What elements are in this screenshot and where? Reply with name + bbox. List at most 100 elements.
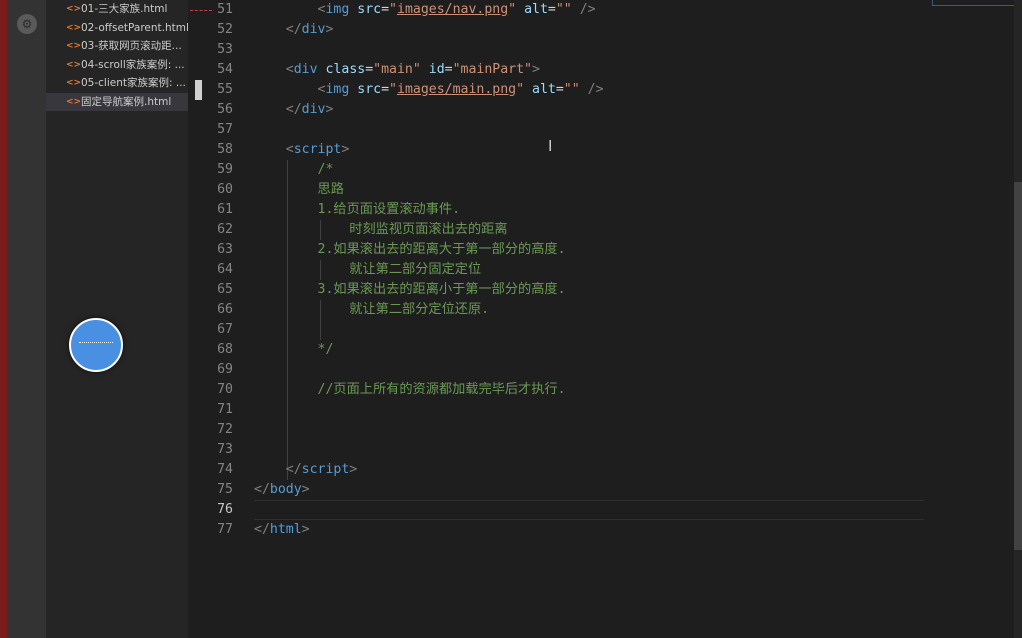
assistant-icon-detail: [79, 342, 113, 347]
html-file-icon: <>: [66, 59, 82, 70]
code-token: 就让第二部分定位还原.: [349, 302, 490, 317]
code-token: class: [325, 62, 366, 77]
code-token: alt: [524, 2, 548, 17]
code-text: 就让第二部分固定定位: [254, 260, 481, 280]
code-token: src: [357, 2, 382, 17]
file-item[interactable]: <> 04-scroll家族案例: ...: [46, 56, 188, 75]
line-number: 56: [217, 102, 233, 117]
code-text: 3.如果滚出去的距离小于第一部分的高度.: [254, 280, 566, 300]
settings-circle-icon[interactable]: ⚙: [17, 14, 37, 34]
scrollbar-thumb[interactable]: [1014, 182, 1022, 550]
code-text: </html>: [254, 520, 310, 540]
code-token: images/nav.png: [397, 2, 509, 17]
code-token: =: [547, 2, 556, 17]
code-token: img: [325, 2, 350, 17]
code-token: */: [317, 342, 334, 357]
code-token: 1.给页面设置滚动事件.: [317, 202, 461, 217]
code-token: </: [254, 482, 270, 497]
line-number: 70: [217, 382, 233, 397]
line-number: 60: [217, 182, 233, 197]
file-name: 03-获取网页滚动距...: [81, 40, 182, 52]
line-number: 65: [217, 282, 233, 297]
file-name: 05-client家族案例: ...: [81, 77, 186, 89]
html-file-icon: <>: [66, 22, 82, 33]
line-number: 73: [217, 442, 233, 457]
line-number: 71: [217, 402, 233, 417]
code-token: ": [389, 2, 397, 17]
code-token: 2.如果滚出去的距离大于第一部分的高度.: [317, 242, 566, 257]
html-file-icon: <>: [66, 96, 82, 107]
code-text: <img src="images/main.png" alt="" />: [254, 80, 604, 100]
file-item[interactable]: <> 05-client家族案例: ...: [46, 74, 188, 93]
code-text: </script>: [254, 460, 357, 480]
code-editor[interactable]: 51 <img src="images/nav.png" alt="" /> 52…: [188, 0, 1014, 638]
vertical-scrollbar[interactable]: [1014, 0, 1022, 638]
code-token: =: [381, 2, 390, 17]
code-token: /*: [317, 162, 334, 177]
code-token: </: [285, 102, 302, 117]
file-name: 02-offsetParent.html: [81, 21, 188, 34]
code-token: 时刻监视页面滚出去的距离: [349, 222, 508, 237]
line-number: 62: [217, 222, 233, 237]
code-token: ": [389, 82, 397, 97]
code-token: >: [301, 522, 310, 537]
code-text: 2.如果滚出去的距离大于第一部分的高度.: [254, 240, 566, 260]
code-text: 1.给页面设置滚动事件.: [254, 200, 461, 220]
code-token: "": [563, 82, 580, 97]
file-explorer: <> 01-三大家族.html <> 02-offsetParent.html <> 03…: [46, 0, 188, 638]
code-text: 时刻监视页面滚出去的距离: [254, 220, 508, 240]
code-text: 就让第二部分定位还原.: [254, 300, 489, 320]
line-number: 67: [217, 322, 233, 337]
code-token: 3.如果滚出去的距离小于第一部分的高度.: [317, 282, 566, 297]
code-token: =: [365, 62, 374, 77]
code-token: >: [325, 102, 334, 117]
line-number: 58: [217, 142, 233, 157]
code-token: script: [301, 462, 350, 477]
line-number: 57: [217, 122, 233, 137]
code-token: //页面上所有的资源都加载完毕后才执行.: [317, 382, 566, 397]
code-token: >: [532, 62, 540, 77]
line-number: 61: [217, 202, 233, 217]
line-number: 51: [217, 2, 233, 17]
code-token: </: [285, 462, 302, 477]
code-token: =: [444, 62, 453, 77]
file-item[interactable]: <> 01-三大家族.html: [46, 0, 188, 19]
line-number: 68: [217, 342, 233, 357]
code-token: >: [349, 462, 358, 477]
minimap-viewport[interactable]: [932, 0, 1016, 6]
file-item[interactable]: <> 固定导航案例.html: [46, 92, 188, 111]
line-number: 64: [217, 262, 233, 277]
code-token: "": [555, 2, 572, 17]
code-token: 思路: [317, 182, 344, 197]
file-item[interactable]: <> 02-offsetParent.html: [46, 19, 188, 38]
line-number: 54: [217, 62, 233, 77]
file-name: 固定导航案例.html: [81, 95, 172, 108]
code-token: alt: [532, 82, 556, 97]
file-item[interactable]: <> 03-获取网页滚动距...: [46, 37, 188, 56]
code-token: 就让第二部分固定定位: [349, 262, 482, 277]
activity-bar: ⚙: [7, 0, 46, 638]
code-token: images/main.png: [397, 82, 517, 97]
line-number: 76: [217, 502, 233, 517]
code-token: "mainPart": [452, 62, 532, 77]
code-text: </div>: [254, 20, 334, 40]
code-text: </body>: [254, 480, 310, 500]
current-line-highlight: [254, 500, 924, 520]
code-token: "main": [373, 62, 421, 77]
line-number: 74: [217, 462, 233, 477]
floating-assistant-icon[interactable]: [69, 318, 123, 372]
html-file-icon: <>: [66, 78, 82, 88]
